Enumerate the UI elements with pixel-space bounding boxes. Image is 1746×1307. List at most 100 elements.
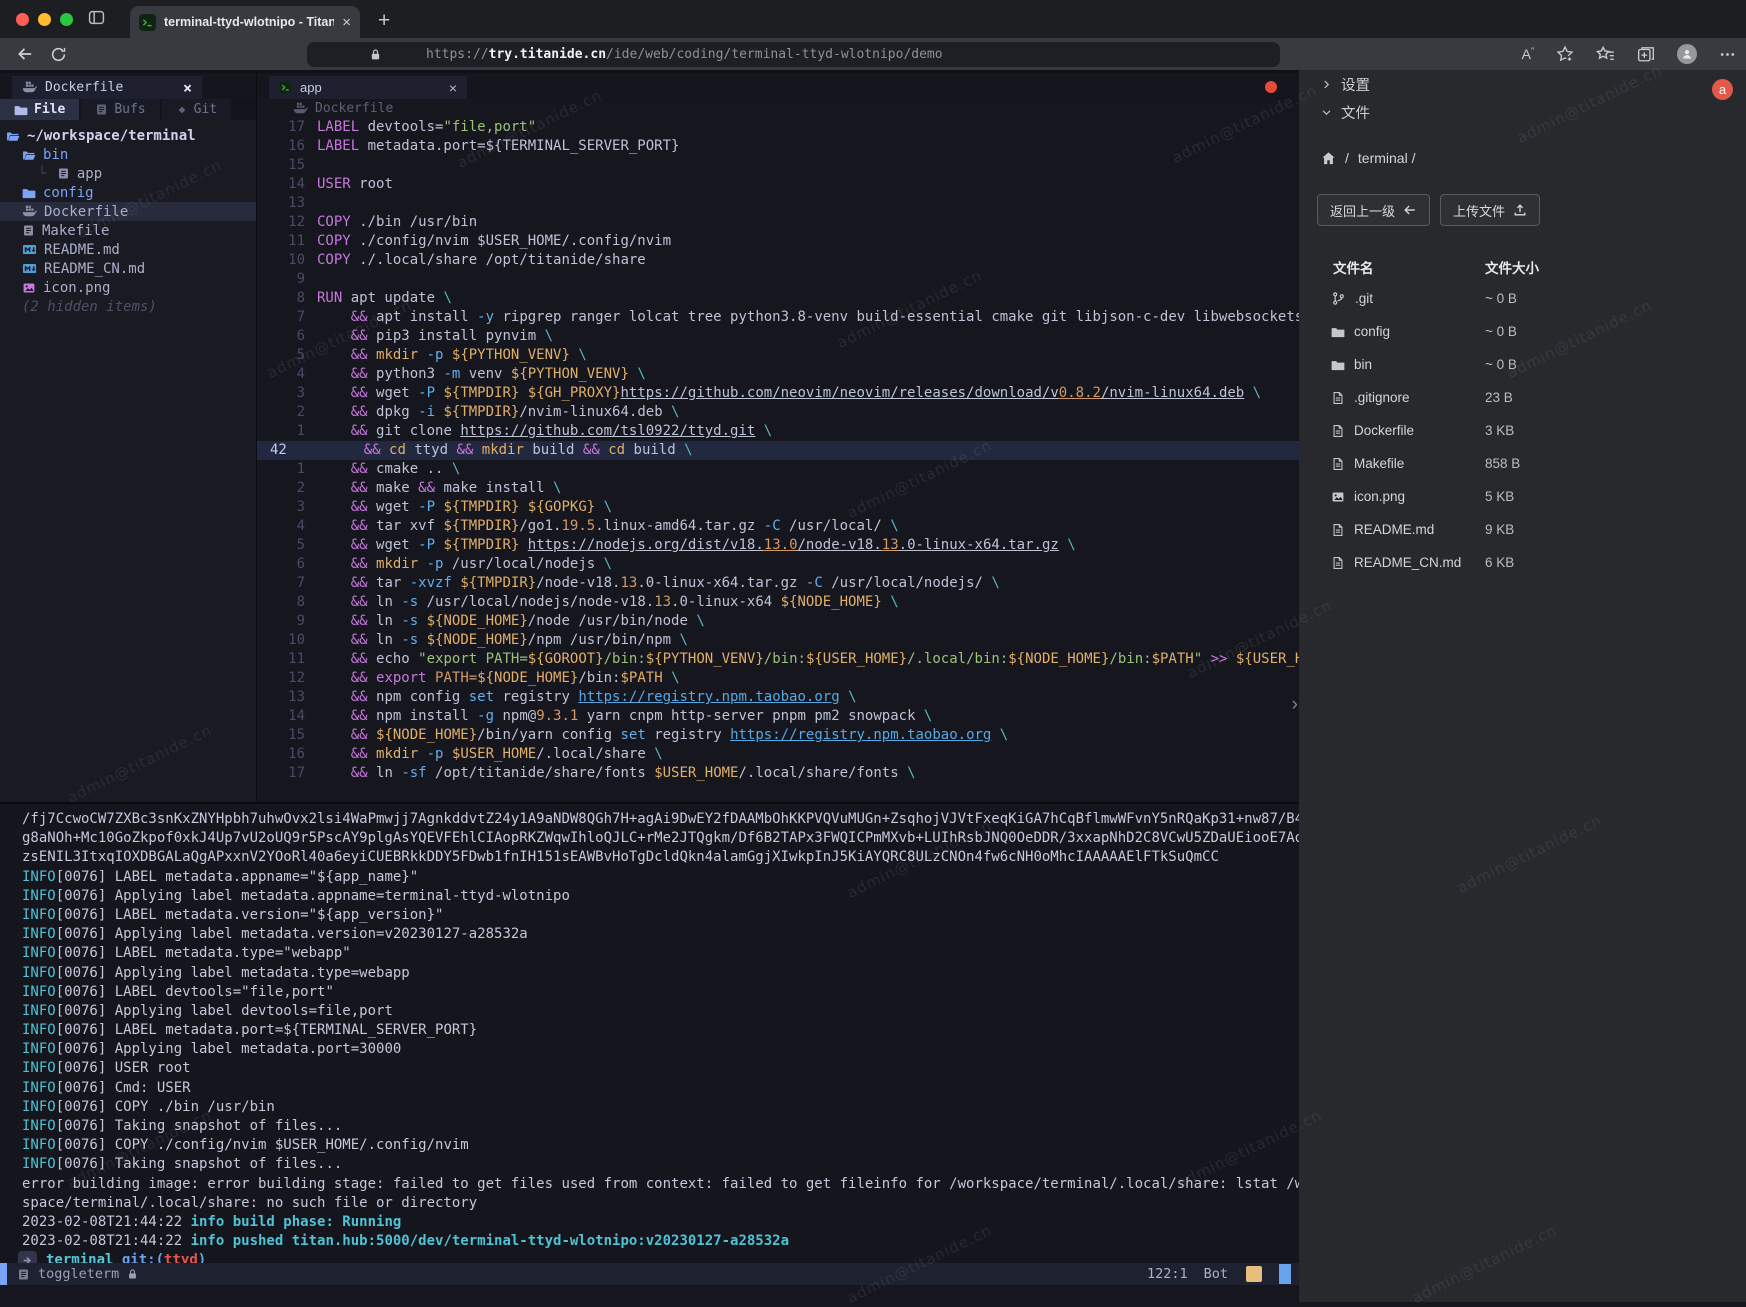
- buffer-tab-app[interactable]: app ×: [269, 76, 467, 99]
- code-line[interactable]: 11 && echo "export PATH=${GOROOT}/bin:${…: [257, 650, 1299, 669]
- back-icon[interactable]: [16, 45, 34, 63]
- code-line[interactable]: 16LABEL metadata.port=${TERMINAL_SERVER_…: [257, 137, 1299, 156]
- tree-item-config[interactable]: config: [0, 183, 256, 202]
- profile-avatar[interactable]: [1677, 44, 1697, 64]
- sidebar-tab-file[interactable]: File: [0, 99, 79, 120]
- file-row-makefile[interactable]: Makefile858 B: [1299, 447, 1746, 480]
- code-text: && export PATH=${NODE_HOME}/bin:$PATH \: [317, 669, 1299, 688]
- code-line[interactable]: 5 && wget -P ${TMPDIR} https://nodejs.or…: [257, 536, 1299, 555]
- code-line[interactable]: 8 && ln -s /usr/local/nodejs/node-v18.13…: [257, 593, 1299, 612]
- file-row-dockerfile[interactable]: Dockerfile3 KB: [1299, 414, 1746, 447]
- chevron-down-icon: [1321, 107, 1332, 118]
- collections-icon[interactable]: [1637, 45, 1655, 63]
- code-line[interactable]: 3 && wget -P ${TMPDIR} ${GOPKG} \: [257, 498, 1299, 517]
- code-line[interactable]: 17LABEL devtools="file,port": [257, 118, 1299, 137]
- account-badge[interactable]: a: [1712, 79, 1733, 100]
- tree-item-readme-cn-md[interactable]: README_CN.md: [0, 259, 256, 278]
- code-line[interactable]: 4 && tar xvf ${TMPDIR}/go1.19.5.linux-am…: [257, 517, 1299, 536]
- code-line[interactable]: 9: [257, 270, 1299, 289]
- code-line[interactable]: 3 && wget -P ${TMPDIR} ${GH_PROXY}https:…: [257, 384, 1299, 403]
- sidebar-tab-bufs[interactable]: Bufs: [81, 99, 159, 120]
- code-line[interactable]: 13 && npm config set registry https://re…: [257, 688, 1299, 707]
- settings-section-header[interactable]: 设置: [1299, 70, 1746, 98]
- favorites-list-icon[interactable]: [1596, 45, 1615, 64]
- terminal-line: INFO[0076] Applying label metadata.type=…: [22, 964, 1299, 983]
- code-line-current[interactable]: 42 && cd ttyd && mkdir build && cd build…: [257, 441, 1299, 460]
- tree-item-app[interactable]: └ app: [0, 164, 256, 183]
- new-tab-button[interactable]: +: [378, 9, 390, 33]
- code-line[interactable]: 10 && ln -s ${NODE_HOME}/npm /usr/bin/np…: [257, 631, 1299, 650]
- go-up-button[interactable]: 返回上一级: [1317, 194, 1430, 226]
- tree-item-icon-png[interactable]: icon.png: [0, 278, 256, 297]
- file-row--git[interactable]: .git~ 0 B: [1299, 282, 1746, 315]
- file-row-readme-cn-md[interactable]: README_CN.md6 KB: [1299, 546, 1746, 579]
- code-line[interactable]: 14 && npm install -g npm@9.3.1 yarn cnpm…: [257, 707, 1299, 726]
- files-section-header[interactable]: 文件: [1299, 98, 1746, 126]
- file-name: README.md: [1354, 522, 1434, 537]
- tree-item--workspace-terminal[interactable]: ~/workspace/terminal: [0, 126, 256, 145]
- code-line[interactable]: 13: [257, 194, 1299, 213]
- close-window-button[interactable]: [16, 13, 29, 26]
- tree-item--2-hidden-items-[interactable]: (2 hidden items): [0, 297, 256, 316]
- code-line[interactable]: 10COPY ./.local/share /opt/titanide/shar…: [257, 251, 1299, 270]
- buffer-tab-dockerfile[interactable]: Dockerfile ×: [12, 76, 202, 99]
- code-line[interactable]: 5 && mkdir -p ${PYTHON_VENV} \: [257, 346, 1299, 365]
- more-options-icon[interactable]: [1719, 46, 1736, 63]
- code-line[interactable]: 1 && git clone https://github.com/tsl092…: [257, 422, 1299, 441]
- home-icon[interactable]: [1321, 151, 1336, 166]
- code-line[interactable]: 14USER root: [257, 175, 1299, 194]
- url-scheme: https://: [426, 47, 489, 62]
- address-bar[interactable]: https://try.titanide.cn/ide/web/coding/t…: [307, 42, 1280, 67]
- code-line[interactable]: 1 && cmake .. \: [257, 460, 1299, 479]
- tree-item-bin[interactable]: bin: [0, 145, 256, 164]
- maximize-window-button[interactable]: [60, 13, 73, 26]
- tree-item-dockerfile[interactable]: Dockerfile: [0, 202, 256, 221]
- sidebar-tab-git[interactable]: Git: [162, 99, 231, 120]
- close-session-icon[interactable]: [1265, 81, 1277, 93]
- code-line[interactable]: 6 && pip3 install pynvim \: [257, 327, 1299, 346]
- code-line[interactable]: 7 && tar -xvzf ${TMPDIR}/node-v18.13.0-l…: [257, 574, 1299, 593]
- tab-close-icon[interactable]: ×: [342, 14, 351, 31]
- code-line[interactable]: 15: [257, 156, 1299, 175]
- code-line[interactable]: 2 && make && make install \: [257, 479, 1299, 498]
- terminal-panel[interactable]: /fj7CcwoCW7ZXBc3snKxZNYHpbh7uhwOvx2lsi4W…: [0, 802, 1299, 1302]
- code-line[interactable]: 11COPY ./config/nvim $USER_HOME/.config/…: [257, 232, 1299, 251]
- tree-item-makefile[interactable]: Makefile: [0, 221, 256, 240]
- buffer-tab-close-icon[interactable]: ×: [183, 79, 192, 97]
- tree-item-readme-md[interactable]: README.md: [0, 240, 256, 259]
- code-line[interactable]: 4 && python3 -m venv ${PYTHON_VENV} \: [257, 365, 1299, 384]
- code-line[interactable]: 9 && ln -s ${NODE_HOME}/node /usr/bin/no…: [257, 612, 1299, 631]
- reader-text-size-icon[interactable]: A”: [1522, 46, 1534, 62]
- code-line[interactable]: 17 && ln -sf /opt/titanide/share/fonts $…: [257, 764, 1299, 783]
- tree-item-label: bin: [43, 147, 68, 163]
- tab-overview-icon[interactable]: [88, 9, 105, 26]
- code-text: USER root: [317, 175, 1299, 194]
- code-line[interactable]: 6 && mkdir -p /usr/local/nodejs \: [257, 555, 1299, 574]
- code-line[interactable]: 16 && mkdir -p $USER_HOME/.local/share \: [257, 745, 1299, 764]
- window-controls[interactable]: [16, 13, 73, 26]
- refresh-icon[interactable]: [50, 46, 67, 63]
- code-line[interactable]: 12 && export PATH=${NODE_HOME}/bin:$PATH…: [257, 669, 1299, 688]
- file-row-icon-png[interactable]: icon.png5 KB: [1299, 480, 1746, 513]
- url-text[interactable]: https://try.titanide.cn/ide/web/coding/t…: [426, 47, 943, 62]
- add-favorite-icon[interactable]: [1556, 45, 1574, 63]
- code-line[interactable]: 15 && ${NODE_HOME}/bin/yarn config set r…: [257, 726, 1299, 745]
- browser-tab[interactable]: terminal-ttyd-wlotnipo - Titanl ×: [130, 6, 360, 38]
- file-row--gitignore[interactable]: .gitignore23 B: [1299, 381, 1746, 414]
- minimize-window-button[interactable]: [38, 13, 51, 26]
- buffer-tab-close-icon[interactable]: ×: [449, 80, 457, 96]
- file-row-config[interactable]: config~ 0 B: [1299, 315, 1746, 348]
- code-line[interactable]: 7 && apt install -y ripgrep ranger lolca…: [257, 308, 1299, 327]
- upload-file-button[interactable]: 上传文件: [1440, 194, 1540, 226]
- code-line[interactable]: 8RUN apt update \: [257, 289, 1299, 308]
- file-row-readme-md[interactable]: README.md9 KB: [1299, 513, 1746, 546]
- line-number: 4: [257, 517, 317, 536]
- code-text: && ln -s /usr/local/nodejs/node-v18.13.0…: [317, 593, 1299, 612]
- breadcrumb-path[interactable]: terminal /: [1358, 150, 1416, 166]
- code-lines[interactable]: 17LABEL devtools="file,port"16LABEL meta…: [257, 118, 1299, 802]
- lock-icon[interactable]: [369, 48, 382, 61]
- file-row-bin[interactable]: bin~ 0 B: [1299, 348, 1746, 381]
- code-line[interactable]: 12COPY ./bin /usr/bin: [257, 213, 1299, 232]
- panel-collapse-chevron-icon[interactable]: ›: [1292, 695, 1298, 714]
- code-line[interactable]: 2 && dpkg -i ${TMPDIR}/nvim-linux64.deb …: [257, 403, 1299, 422]
